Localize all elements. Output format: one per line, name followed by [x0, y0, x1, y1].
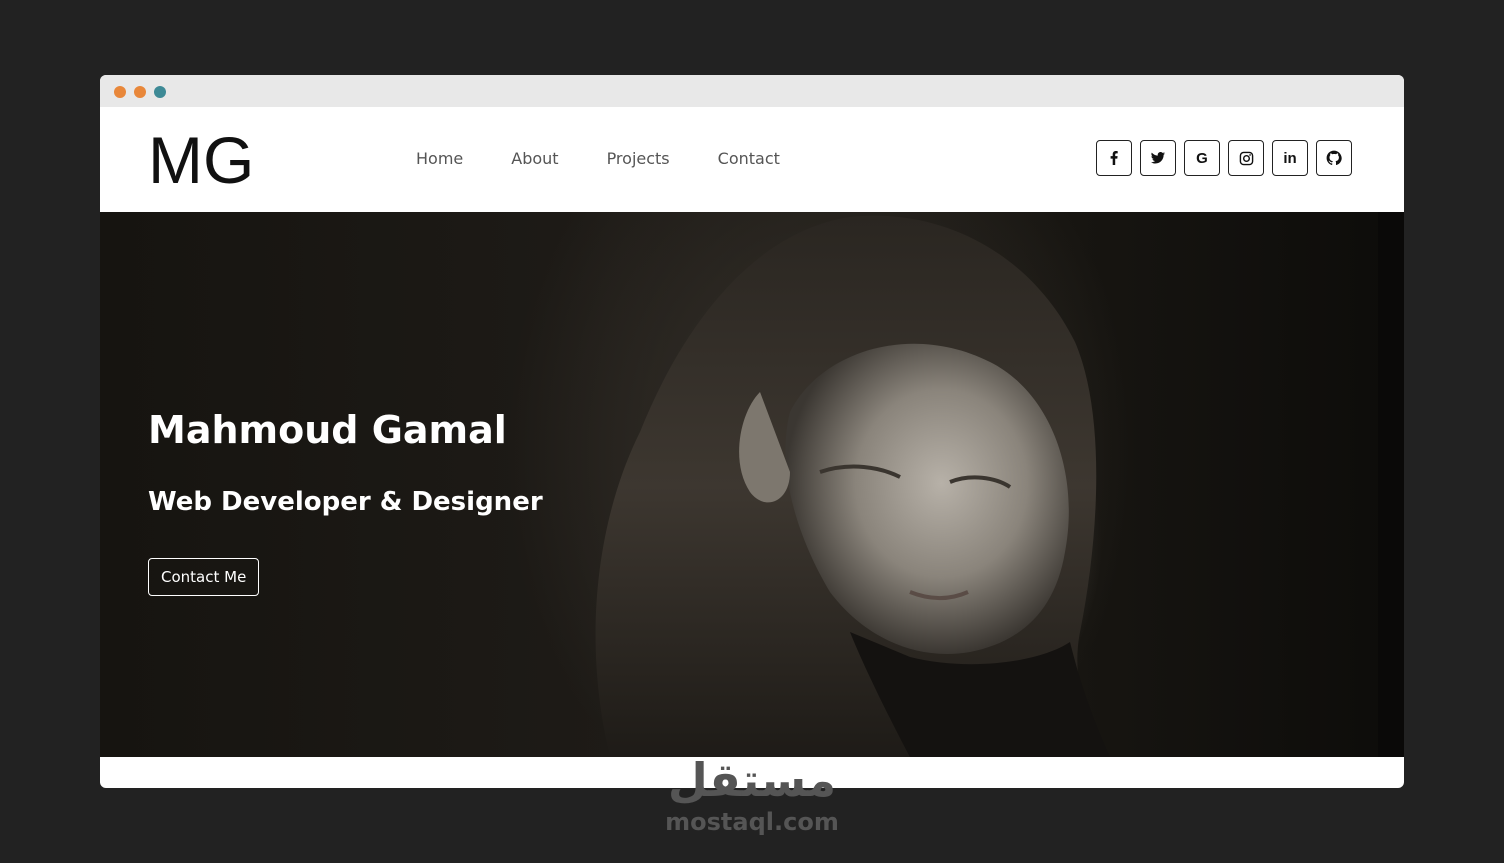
nav-link-home[interactable]: Home	[416, 147, 463, 171]
window-dot-1[interactable]	[114, 86, 126, 98]
nav-link-projects[interactable]: Projects	[607, 147, 670, 171]
watermark-arabic: مستقل	[667, 753, 837, 807]
watermark: مستقل mostaql.com	[0, 752, 1504, 836]
hero-edge-strip	[1378, 212, 1404, 757]
browser-window: MG Home About Projects Contact G in Mahm…	[100, 75, 1404, 788]
google-icon: G	[1196, 149, 1208, 167]
site-logo[interactable]: MG	[148, 127, 254, 193]
watermark-latin: mostaql.com	[665, 808, 839, 836]
hero-title: Mahmoud Gamal	[148, 408, 507, 452]
instagram-button[interactable]	[1228, 140, 1264, 176]
hero-subtitle: Web Developer & Designer	[148, 487, 543, 517]
hero-section: Mahmoud Gamal Web Developer & Designer C…	[100, 212, 1404, 757]
contact-me-button[interactable]: Contact Me	[148, 558, 260, 596]
facebook-icon	[1110, 151, 1118, 165]
nav-links: Home About Projects Contact	[416, 147, 828, 171]
google-button[interactable]: G	[1184, 140, 1220, 176]
linkedin-button[interactable]: in	[1272, 140, 1308, 176]
social-links: G in	[1096, 140, 1352, 176]
hero-portrait-image	[595, 215, 1110, 757]
github-button[interactable]	[1316, 140, 1352, 176]
window-dot-3[interactable]	[154, 86, 166, 98]
nav-link-about[interactable]: About	[511, 147, 558, 171]
navbar: MG Home About Projects Contact G in	[100, 107, 1404, 212]
instagram-icon	[1239, 151, 1253, 165]
window-dot-2[interactable]	[134, 86, 146, 98]
window-titlebar	[100, 75, 1404, 107]
linkedin-icon: in	[1283, 149, 1297, 167]
github-icon	[1326, 150, 1342, 166]
nav-link-contact[interactable]: Contact	[718, 147, 780, 171]
facebook-button[interactable]	[1096, 140, 1132, 176]
twitter-icon	[1151, 152, 1165, 164]
twitter-button[interactable]	[1140, 140, 1176, 176]
